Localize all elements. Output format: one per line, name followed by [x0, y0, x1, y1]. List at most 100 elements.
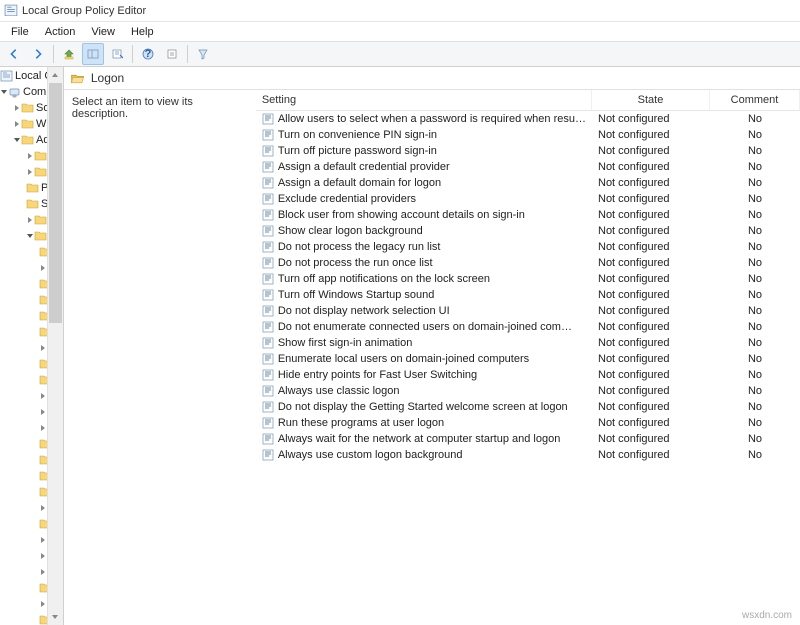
state-cell: Not configured: [592, 305, 710, 317]
setting-row[interactable]: Block user from showing account details …: [256, 207, 800, 223]
content-pane: Logon Select an item to view its descrip…: [64, 67, 800, 625]
forward-button[interactable]: [27, 43, 49, 65]
setting-row[interactable]: Turn off picture password sign-inNot con…: [256, 143, 800, 159]
setting-row[interactable]: Turn on convenience PIN sign-inNot confi…: [256, 127, 800, 143]
state-cell: Not configured: [592, 401, 710, 413]
policy-icon: [262, 417, 275, 430]
setting-name: Turn off picture password sign-in: [278, 145, 437, 157]
setting-row[interactable]: Turn off app notifications on the lock s…: [256, 271, 800, 287]
setting-name: Show clear logon background: [278, 225, 423, 237]
chevron-right-icon[interactable]: [39, 264, 47, 272]
setting-row[interactable]: Do not display the Getting Started welco…: [256, 399, 800, 415]
comment-cell: No: [710, 433, 800, 445]
chevron-down-icon[interactable]: [0, 88, 8, 96]
setting-row[interactable]: Always wait for the network at computer …: [256, 431, 800, 447]
menu-action[interactable]: Action: [38, 24, 83, 40]
setting-name: Enumerate local users on domain-joined c…: [278, 353, 529, 365]
setting-row[interactable]: Always use custom logon backgroundNot co…: [256, 447, 800, 463]
policy-icon: [262, 433, 275, 446]
comment-cell: No: [710, 401, 800, 413]
menu-view[interactable]: View: [84, 24, 122, 40]
comment-cell: No: [710, 289, 800, 301]
scroll-thumb[interactable]: [49, 83, 62, 323]
folder-icon: [21, 118, 34, 130]
state-cell: Not configured: [592, 353, 710, 365]
setting-row[interactable]: Do not process the legacy run listNot co…: [256, 239, 800, 255]
policy-icon: [262, 113, 275, 126]
setting-row[interactable]: Turn off Windows Startup soundNot config…: [256, 287, 800, 303]
chevron-down-icon[interactable]: [13, 136, 21, 144]
toolbar-separator: [53, 45, 54, 63]
menu-help[interactable]: Help: [124, 24, 161, 40]
chevron-down-icon[interactable]: [26, 232, 34, 240]
setting-row[interactable]: Run these programs at user logonNot conf…: [256, 415, 800, 431]
setting-name: Exclude credential providers: [278, 193, 416, 205]
chevron-right-icon[interactable]: [39, 392, 47, 400]
setting-row[interactable]: Show first sign-in animationNot configur…: [256, 335, 800, 351]
setting-cell: Show first sign-in animation: [256, 337, 592, 350]
chevron-right-icon[interactable]: [39, 408, 47, 416]
chevron-right-icon[interactable]: [39, 424, 47, 432]
setting-row[interactable]: Do not enumerate connected users on doma…: [256, 319, 800, 335]
comment-cell: No: [710, 273, 800, 285]
back-button[interactable]: [3, 43, 25, 65]
scroll-up-icon[interactable]: [48, 67, 63, 83]
policy-icon: [262, 449, 275, 462]
toolbar: [0, 41, 800, 67]
up-button[interactable]: [58, 43, 80, 65]
menu-file[interactable]: File: [4, 24, 36, 40]
setting-cell: Assign a default credential provider: [256, 161, 592, 174]
policy-icon: [262, 145, 275, 158]
chevron-right-icon[interactable]: [39, 568, 47, 576]
chevron-right-icon[interactable]: [26, 216, 34, 224]
chevron-right-icon[interactable]: [26, 152, 34, 160]
show-hide-tree-button[interactable]: [82, 43, 104, 65]
setting-row[interactable]: Exclude credential providers Not configur…: [256, 191, 800, 207]
help-button[interactable]: [137, 43, 159, 65]
column-comment[interactable]: Comment: [710, 90, 800, 110]
chevron-right-icon[interactable]: [39, 552, 47, 560]
properties-button[interactable]: [161, 43, 183, 65]
state-cell: Not configured: [592, 225, 710, 237]
comment-cell: No: [710, 225, 800, 237]
setting-row[interactable]: Enumerate local users on domain-joined c…: [256, 351, 800, 367]
setting-name: Do not process the run once list: [278, 257, 433, 269]
comment-cell: No: [710, 241, 800, 253]
setting-row[interactable]: Always use classic logonNot configuredNo: [256, 383, 800, 399]
filter-button[interactable]: [192, 43, 214, 65]
setting-row[interactable]: Allow users to select when a password is…: [256, 111, 800, 127]
comment-cell: No: [710, 161, 800, 173]
setting-cell: Run these programs at user logon: [256, 417, 592, 430]
setting-row[interactable]: Assign a default domain for logonNot con…: [256, 175, 800, 191]
setting-cell: Always use custom logon background: [256, 449, 592, 462]
setting-name: Run these programs at user logon: [278, 417, 444, 429]
column-setting[interactable]: Setting: [256, 90, 592, 110]
setting-name: Always use classic logon: [278, 385, 400, 397]
state-cell: Not configured: [592, 177, 710, 189]
chevron-right-icon[interactable]: [39, 504, 47, 512]
export-list-button[interactable]: [106, 43, 128, 65]
chevron-right-icon[interactable]: [39, 344, 47, 352]
setting-row[interactable]: Do not display network selection UINot c…: [256, 303, 800, 319]
comment-cell: No: [710, 145, 800, 157]
setting-cell: Always use classic logon: [256, 385, 592, 398]
tree-scrollbar[interactable]: [47, 67, 63, 625]
root-icon: [0, 70, 13, 82]
setting-row[interactable]: Show clear logon background Not configure…: [256, 223, 800, 239]
toolbar-separator: [132, 45, 133, 63]
column-state[interactable]: State: [592, 90, 710, 110]
setting-name: Turn off app notifications on the lock s…: [278, 273, 490, 285]
setting-cell: Turn off app notifications on the lock s…: [256, 273, 592, 286]
chevron-right-icon[interactable]: [39, 536, 47, 544]
folder-icon: [34, 166, 47, 178]
chevron-right-icon[interactable]: [39, 600, 47, 608]
scroll-down-icon[interactable]: [48, 609, 63, 625]
chevron-right-icon[interactable]: [13, 120, 21, 128]
setting-row[interactable]: Hide entry points for Fast User Switchin…: [256, 367, 800, 383]
chevron-right-icon[interactable]: [13, 104, 21, 112]
state-cell: Not configured: [592, 193, 710, 205]
setting-row[interactable]: Assign a default credential providerNot …: [256, 159, 800, 175]
setting-row[interactable]: Do not process the run once listNot conf…: [256, 255, 800, 271]
chevron-right-icon[interactable]: [26, 168, 34, 176]
folder-icon: [34, 214, 47, 226]
